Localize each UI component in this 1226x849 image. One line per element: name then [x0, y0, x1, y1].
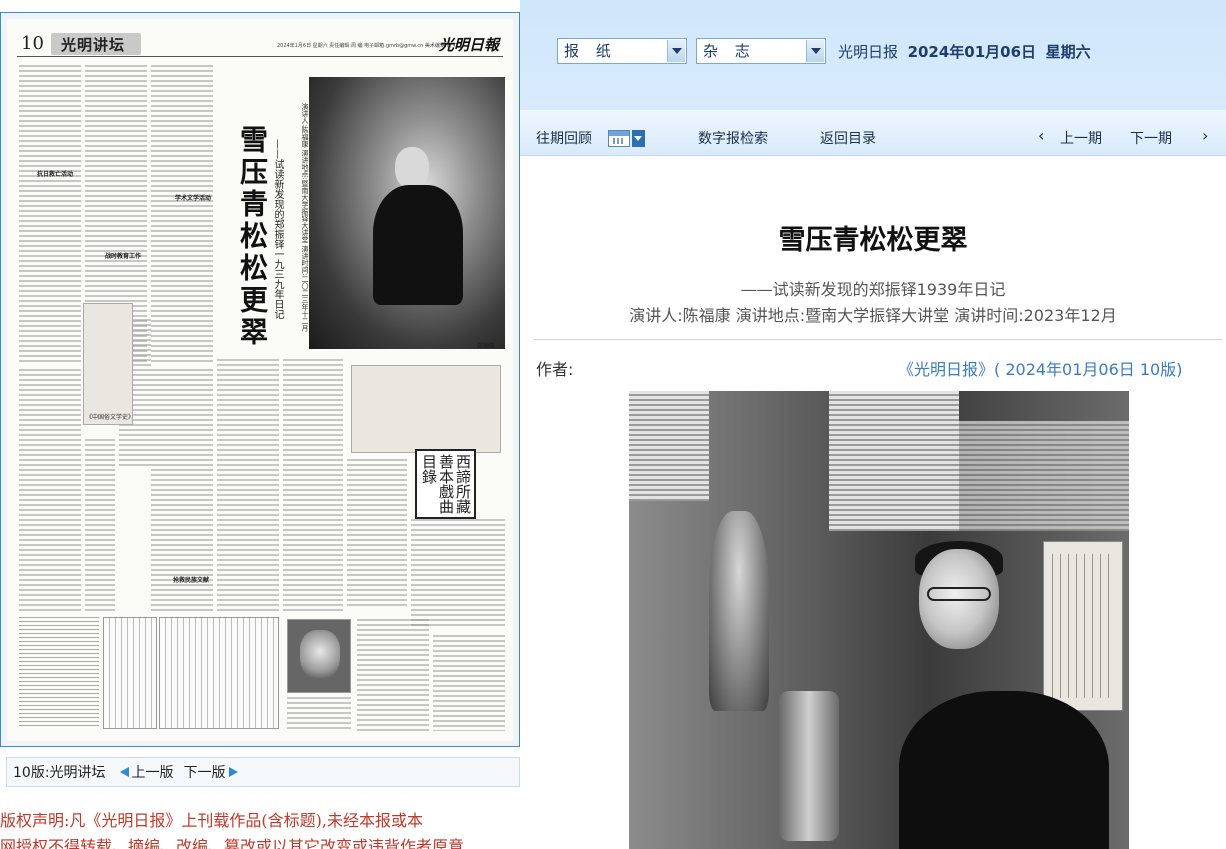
past-issues-link[interactable]: 往期回顾	[536, 128, 592, 148]
text-column	[357, 619, 429, 731]
newspaper-portrait-photo	[309, 77, 505, 349]
magazine-select-value: 杂 志	[703, 42, 756, 60]
newspaper-subhead: 战时教育工作	[105, 253, 142, 260]
issue-weekday: 星期六	[1045, 43, 1091, 61]
newspaper-select-value: 报 纸	[564, 42, 617, 60]
newspaper-vertical-meta: 演讲人:陈福康 演讲地点:暨南大学振铎大讲堂 演讲时间:二〇二三年十二月	[301, 103, 309, 332]
text-column	[411, 519, 505, 629]
next-issue-link[interactable]: 下一期	[1130, 128, 1172, 148]
article-photo	[629, 391, 1129, 849]
article-subtitle: ——试读新发现的郑振铎1939年日记	[740, 280, 1006, 299]
back-to-toc-link[interactable]: 返回目录	[820, 128, 876, 148]
newspaper-subhead: 抢救民族文献	[173, 577, 210, 584]
article-title: 雪压青松松更翠	[778, 225, 968, 256]
issue-date-line: 光明日报 2024年01月06日 星期六	[838, 41, 1091, 62]
arrow-right-icon[interactable]	[228, 767, 238, 777]
newspaper-page-image[interactable]: 10 光明讲坛 2024年1月6日 星期六 责任编辑:周 编 电子邮箱:gmrb…	[7, 19, 513, 741]
newspaper-subhead: 抗日救亡活动	[37, 171, 74, 178]
copyright-line: 版权声明:凡《光明日报》上刊载作品(含标题),未经本报或本	[0, 811, 423, 830]
seal-title-block: 西諦所藏善本戲曲目錄	[415, 449, 476, 519]
text-column	[283, 359, 343, 614]
magazine-select[interactable]: 杂 志	[696, 38, 826, 64]
newspaper-section-name: 光明讲坛	[61, 36, 126, 54]
text-column	[433, 635, 505, 731]
paper-name: 光明日报	[838, 43, 899, 61]
text-column	[217, 359, 279, 614]
newspaper-vertical-subtitle: ——试读新发现的郑振铎一九三九年日记	[272, 139, 283, 319]
chevron-right-icon[interactable]: ›	[1202, 126, 1208, 145]
article-source[interactable]: 《光明日报》( 2024年01月06日 10版)	[898, 356, 1182, 380]
arrow-left-icon[interactable]	[119, 767, 129, 777]
handwriting-column	[19, 617, 99, 729]
copyright-notice: 版权声明:凡《光明日报》上刊载作品(含标题),未经本报或本 网授权不得转载、摘编…	[0, 808, 520, 849]
text-column	[347, 459, 407, 609]
next-page-link[interactable]: 下一版	[184, 762, 226, 782]
book-open-image	[351, 365, 501, 453]
text-column	[19, 369, 81, 614]
issue-date: 2024年01月06日	[907, 43, 1037, 61]
portrait-elderly-photo	[287, 619, 351, 693]
book-cover-image: 《中国俗文学史》	[83, 303, 134, 425]
diary-manuscript-image	[103, 617, 157, 729]
chevron-down-icon[interactable]	[806, 40, 824, 62]
photo-caption: 郑振铎	[477, 343, 496, 350]
prev-issue-link[interactable]: 上一期	[1060, 128, 1102, 148]
diary-manuscript-image	[159, 617, 279, 729]
current-page-label: 10版:光明讲坛	[13, 765, 106, 781]
nav-toolbar: 往期回顾 数字报检索 返回目录 ‹ 上一期 下一期 ›	[520, 110, 1226, 156]
page-root: 10 光明讲坛 2024年1月6日 星期六 责任编辑:周 编 电子邮箱:gmrb…	[0, 0, 1226, 849]
article-meta: 演讲人:陈福康 演讲地点:暨南大学振铎大讲堂 演讲时间:2023年12月	[629, 306, 1117, 325]
text-column	[151, 65, 213, 365]
text-column	[287, 697, 351, 731]
newspaper-masthead: 10 光明讲坛 2024年1月6日 星期六 责任编辑:周 编 电子邮箱:gmrb…	[17, 33, 503, 57]
calendar-icon[interactable]	[608, 130, 630, 147]
text-column	[85, 439, 115, 614]
newspaper-subhead: 学术文学活动	[175, 195, 212, 202]
chevron-left-icon[interactable]: ‹	[1038, 126, 1044, 145]
digital-search-link[interactable]: 数字报检索	[698, 128, 768, 148]
page-nav-bar: 10版:光明讲坛 上一版 下一版	[6, 757, 520, 787]
prev-page-link[interactable]: 上一版	[132, 762, 174, 782]
text-column	[19, 65, 81, 365]
chevron-down-icon[interactable]	[667, 40, 685, 62]
newspaper-select[interactable]: 报 纸	[557, 38, 687, 64]
copyright-line: 网授权不得转载、摘编、改编、篡改或以其它改变或违背作者原意	[0, 837, 465, 849]
newspaper-logo: 光明日報	[438, 36, 499, 54]
top-header: 报 纸 杂 志 光明日报 2024年01月06日 星期六	[520, 0, 1226, 110]
newspaper-vertical-title: 雪压青松松更翠	[236, 125, 269, 349]
newspaper-page-number: 10	[21, 33, 44, 54]
author-label: 作者:	[536, 360, 574, 379]
divider	[534, 339, 1222, 340]
chevron-down-icon[interactable]	[632, 130, 645, 147]
newspaper-masthead-meta: 2024年1月6日 星期六 责任编辑:周 编 电子邮箱:gmrb@gmw.cn …	[277, 43, 459, 49]
newspaper-page-frame: 10 光明讲坛 2024年1月6日 星期六 责任编辑:周 编 电子邮箱:gmrb…	[0, 12, 520, 747]
